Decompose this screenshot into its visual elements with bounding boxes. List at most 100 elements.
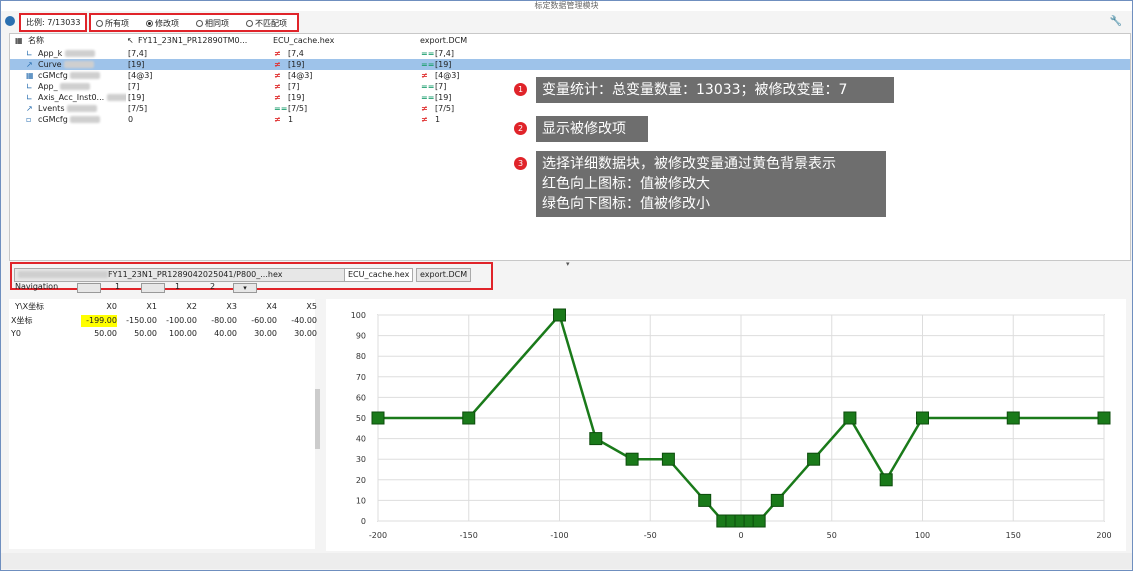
- app-icon: [5, 16, 15, 26]
- callout-line: 绿色向下图标：值被修改小: [542, 196, 710, 212]
- row-compare-1: ≠: [274, 115, 281, 124]
- row-name: App_k: [38, 48, 126, 59]
- row-source-value: [4@3]: [128, 71, 153, 80]
- callout-line: 选择详细数据块，被修改变量通过黄色背景表示: [542, 156, 836, 172]
- nav-button-1[interactable]: [77, 283, 101, 293]
- navigation-bar: Navigation 1 1 2 ▾: [15, 282, 275, 293]
- grid-cell[interactable]: 30.00: [241, 328, 277, 340]
- grid-cell[interactable]: -150.00: [121, 315, 157, 327]
- axis-icon: ∟: [26, 82, 33, 91]
- tree-row[interactable]: ↗ Curve [19] ≠ [19] == [19]: [10, 59, 1130, 70]
- callout-badge-3: 3: [514, 157, 527, 170]
- grid-cell[interactable]: 40.00: [201, 328, 237, 340]
- grid-row-label: Y0: [11, 329, 21, 338]
- tab-export-dcm[interactable]: export.DCM: [416, 268, 472, 282]
- row-source-value: [19]: [128, 60, 145, 69]
- grid-cell[interactable]: 100.00: [161, 328, 197, 340]
- map-icon: ▦: [26, 71, 34, 80]
- grid-row[interactable]: Y0 50.00 50.00 100.00 40.00 30.00 30.00: [9, 328, 317, 340]
- variable-tree[interactable]: ▦ 名称 ↖ FY11_23N1_PR12890TM0... ECU_cache…: [9, 33, 1131, 261]
- row-compare-2: ==: [421, 82, 435, 91]
- y-tick-label: 20: [356, 476, 366, 485]
- row-compare-2: ==: [421, 49, 435, 58]
- callout-2: 显示被修改项: [536, 116, 648, 142]
- grid-cell[interactable]: -80.00: [201, 315, 237, 327]
- data-point: [1097, 411, 1111, 425]
- row-compare-1: ≠: [274, 71, 281, 80]
- nav-value-3: 2: [210, 282, 216, 291]
- data-point: [661, 452, 675, 466]
- filter-same-radio[interactable]: 相同项: [196, 18, 229, 29]
- nav-dropdown[interactable]: ▾: [233, 283, 257, 293]
- data-grid[interactable]: Y\X坐标 X0 X1 X2 X3 X4 X5 X坐标 -199.00 -150.0…: [9, 299, 317, 549]
- tab-source-file[interactable]: FY11_23N1_PR1289042025041/P800_...hex: [14, 268, 348, 282]
- radio-dot-3: [246, 20, 253, 27]
- grid-row-label: X坐标: [11, 316, 33, 325]
- row-source-value: 0: [128, 115, 134, 124]
- x-tick-label: -150: [460, 531, 478, 540]
- splitter-handle[interactable]: ▾: [566, 260, 570, 268]
- axis-icon: ∟: [26, 93, 33, 102]
- row-name: Curve: [38, 59, 126, 70]
- row-compare-1: ==: [274, 104, 288, 113]
- col-ecu[interactable]: ECU_cache.hex: [273, 34, 334, 47]
- row-name: App_: [38, 81, 126, 92]
- row-compare-2: ≠: [421, 104, 428, 113]
- data-point: [879, 473, 893, 487]
- grid-col-x3: X3: [226, 302, 237, 311]
- x-tick-label: -200: [369, 531, 387, 540]
- nav-button-2[interactable]: [141, 283, 165, 293]
- row-compare-2: ==: [421, 60, 435, 69]
- ratio-display: 比例: 7/13033: [19, 13, 87, 32]
- data-point: [698, 493, 712, 507]
- filter-mismatch-radio[interactable]: 不匹配项: [246, 18, 287, 29]
- grid-cell[interactable]: -60.00: [241, 315, 277, 327]
- filter-all-radio[interactable]: 所有项: [96, 18, 129, 29]
- data-point: [807, 452, 821, 466]
- grid-col-x2: X2: [186, 302, 197, 311]
- y-tick-label: 0: [361, 517, 366, 526]
- data-point: [916, 411, 929, 425]
- curve-chart: 0 10 20 30 40 50 60 70 80 90 100 -200 -150 -100 -50 0 50…: [326, 299, 1126, 551]
- tree-row[interactable]: ↗ Lvents [7/5] == [7/5] ≠ [7/5]: [10, 103, 1130, 114]
- y-tick-label: 40: [356, 435, 366, 444]
- grid-cell[interactable]: -199.00: [81, 315, 117, 327]
- grid-cell[interactable]: -100.00: [161, 315, 197, 327]
- wrench-icon[interactable]: 🔧: [1110, 16, 1122, 27]
- y-tick-label: 90: [356, 332, 366, 341]
- row-name: cGMcfg: [38, 114, 126, 125]
- grid-cell[interactable]: -40.00: [281, 315, 317, 327]
- col-dcm[interactable]: export.DCM: [420, 34, 467, 47]
- grid-col-x0: X0: [106, 302, 117, 311]
- row-dcm-value: 1: [435, 115, 441, 124]
- nav-value-2: 1: [175, 282, 181, 291]
- grid-row[interactable]: X坐标 -199.00 -150.00 -100.00 -80.00 -60.00 -40.…: [9, 315, 317, 327]
- grid-cell[interactable]: 50.00: [121, 328, 157, 340]
- grid-cell[interactable]: 30.00: [281, 328, 317, 340]
- data-point: [625, 452, 639, 466]
- row-ecu-value: [7/5]: [288, 104, 308, 113]
- row-compare-2: ==: [421, 93, 435, 102]
- filter-group: 所有项 修改项 相同项 不匹配项: [89, 13, 299, 32]
- tree-row[interactable]: ∟ App_k [7,4] ≠ [7,4 == [7,4]: [10, 48, 1130, 59]
- data-point: [752, 514, 766, 528]
- row-ecu-value: [7,4: [288, 49, 304, 58]
- tab-ecu-cache[interactable]: ECU_cache.hex: [344, 268, 414, 282]
- row-dcm-value: [7,4]: [435, 49, 454, 58]
- row-dcm-value: [7]: [435, 82, 447, 91]
- app-window: 标定数据管理模块 比例: 7/13033 所有项 修改项 相同项 不匹配项 🔧 …: [0, 0, 1133, 571]
- row-compare-2: ≠: [421, 71, 428, 80]
- x-tick-label: 50: [827, 531, 837, 540]
- filter-modified-radio[interactable]: 修改项: [146, 18, 179, 29]
- grid-cell[interactable]: 50.00: [81, 328, 117, 340]
- col-name[interactable]: 名称: [28, 34, 44, 47]
- col-source[interactable]: FY11_23N1_PR12890TM0...: [138, 34, 278, 47]
- vertical-splitter[interactable]: [315, 389, 320, 449]
- x-tick-label: -50: [644, 531, 657, 540]
- x-tick-label: 200: [1096, 531, 1111, 540]
- radio-dot-0: [96, 20, 103, 27]
- row-ecu-value: [19]: [288, 60, 305, 69]
- radio-dot-1: [146, 20, 153, 27]
- grid-col-x1: X1: [146, 302, 157, 311]
- y-tick-label: 50: [356, 414, 366, 423]
